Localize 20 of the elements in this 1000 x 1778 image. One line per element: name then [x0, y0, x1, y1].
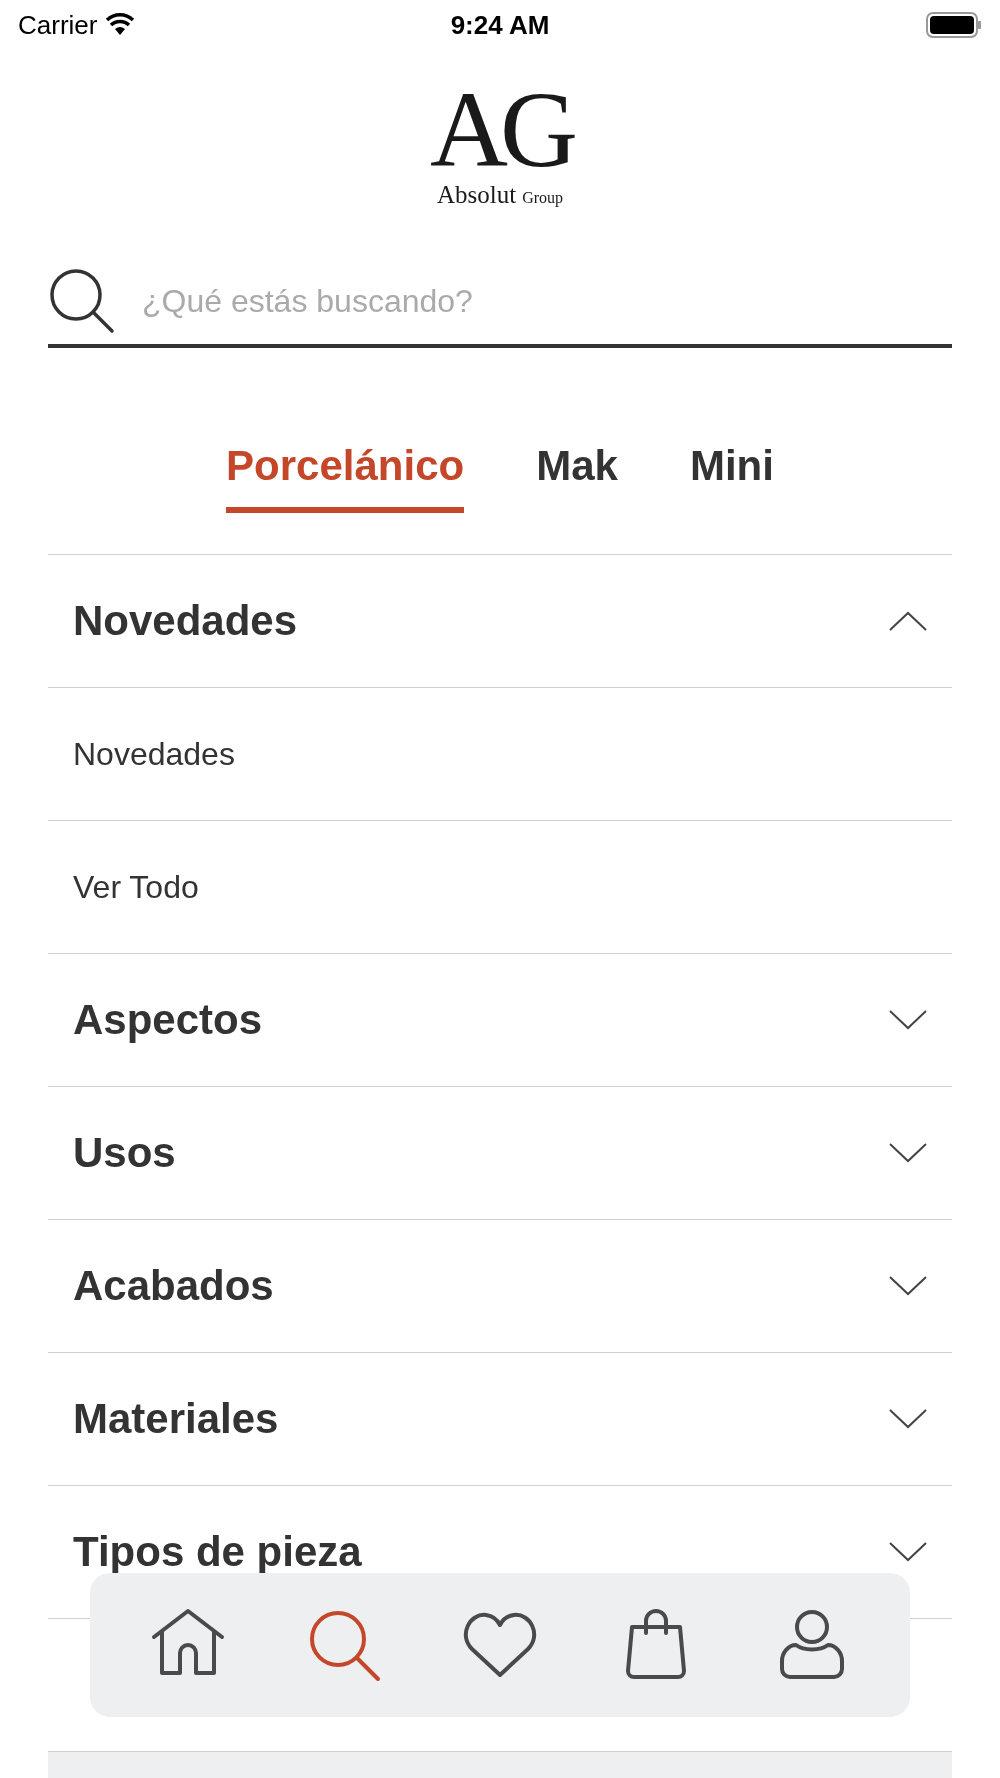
logo-suffix: Group: [522, 188, 564, 209]
category-tab[interactable]: Mak: [536, 423, 618, 513]
logo-name: Absolut: [436, 180, 517, 210]
section-title: Acabados: [73, 1265, 274, 1307]
section-title: Usos: [73, 1132, 176, 1174]
search-field[interactable]: ¿Qué estás buscando?: [142, 277, 952, 325]
section-title: Materiales: [73, 1398, 279, 1440]
section-title: Tipos de pieza: [73, 1531, 362, 1573]
category-tab[interactable]: Porcelánico: [226, 423, 465, 513]
category-tab[interactable]: Mini: [689, 423, 774, 513]
section-title: Novedades: [73, 600, 298, 642]
battery-icon: [926, 12, 982, 38]
logo-mark: AG: [430, 80, 570, 180]
wifi-icon: [105, 13, 136, 37]
search-icon: [48, 267, 116, 335]
carrier-label: Carrier: [18, 8, 98, 42]
clock-time: 9:24 AM: [450, 8, 550, 42]
menu-item[interactable]: Novedades: [73, 730, 235, 778]
section-title: Aspectos: [73, 999, 263, 1041]
menu-item[interactable]: Ver Todo: [73, 863, 199, 911]
